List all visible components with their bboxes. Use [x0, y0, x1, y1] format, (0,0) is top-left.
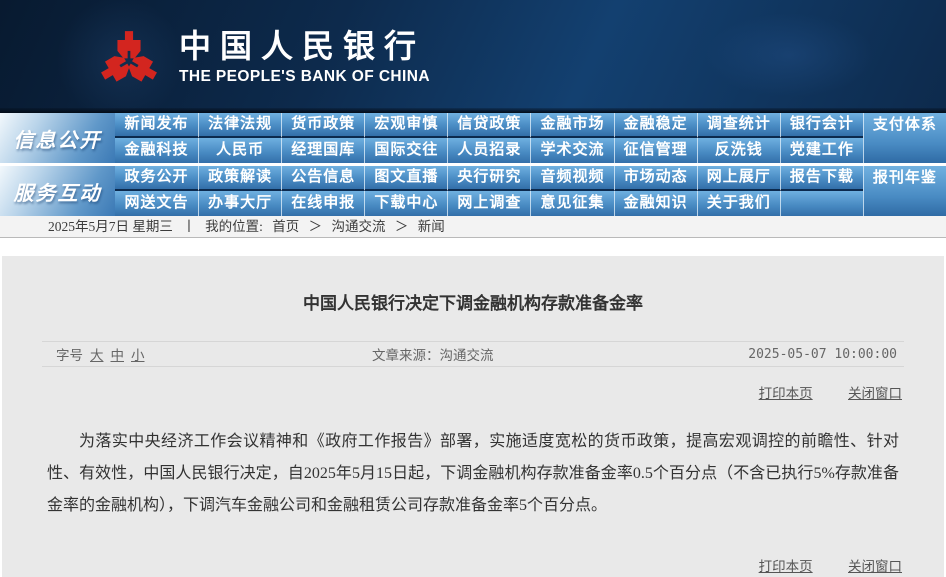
- nav-item[interactable]: 央行研究: [447, 166, 530, 191]
- nav-item[interactable]: 在线申报: [281, 191, 364, 216]
- nav-item[interactable]: 意见征集: [530, 191, 613, 216]
- breadcrumb-separator: ＞: [395, 219, 409, 234]
- nav-grid: 新闻发布 法律法规 货币政策 宏观审慎 信贷政策 金融市场 金融稳定 调查统计 …: [115, 113, 946, 163]
- nav-item[interactable]: 学术交流: [530, 138, 613, 163]
- nav-item[interactable]: 征信管理: [614, 138, 697, 163]
- nav-item[interactable]: 图文直播: [364, 166, 447, 191]
- nav-item: [780, 191, 863, 216]
- nav-item[interactable]: 人民币: [198, 138, 281, 163]
- print-page-link[interactable]: 打印本页: [759, 559, 813, 574]
- font-size-small-button[interactable]: 小: [131, 348, 145, 363]
- nav-section-label-info-disclosure[interactable]: 信息公开: [0, 113, 115, 163]
- nav-item[interactable]: 公告信息: [281, 166, 364, 191]
- nav-item[interactable]: 金融知识: [614, 191, 697, 216]
- nav-item[interactable]: 网上调查: [447, 191, 530, 216]
- nav-item[interactable]: 网送文告: [115, 191, 198, 216]
- site-header: 中国人民银行 THE PEOPLE'S BANK OF CHINA: [0, 0, 946, 113]
- nav-item[interactable]: 政策解读: [198, 166, 281, 191]
- nav-item[interactable]: 关于我们: [697, 191, 780, 216]
- close-window-link[interactable]: 关闭窗口: [848, 386, 902, 401]
- print-page-link[interactable]: 打印本页: [759, 386, 813, 401]
- nav-item[interactable]: 报告下载: [780, 166, 863, 191]
- nav-section-label-service-interaction[interactable]: 服务互动: [0, 166, 115, 216]
- nav-item[interactable]: 法律法规: [198, 113, 281, 138]
- nav-item[interactable]: 政务公开: [115, 166, 198, 191]
- nav-item[interactable]: 金融市场: [530, 113, 613, 138]
- nav-item[interactable]: 音频视频: [530, 166, 613, 191]
- breadcrumb-news[interactable]: 新闻: [418, 219, 445, 234]
- article-meta-bar: 字号大中小 文章来源：沟通交流 2025-05-07 10:00:00: [42, 341, 904, 367]
- breadcrumb-communication[interactable]: 沟通交流: [332, 219, 386, 234]
- current-date: 2025年5月7日 星期三: [48, 219, 173, 234]
- nav-item[interactable]: 网上展厅: [697, 166, 780, 191]
- nav-item[interactable]: 下载中心: [364, 191, 447, 216]
- breadcrumb-separator: ＞: [309, 219, 323, 234]
- spacer: [0, 238, 946, 256]
- breadcrumb-home[interactable]: 首页: [272, 219, 299, 234]
- nav-item[interactable]: 金融科技: [115, 138, 198, 163]
- nav-item[interactable]: 市场动态: [614, 166, 697, 191]
- nav-grid: 政务公开 政策解读 公告信息 图文直播 央行研究 音频视频 市场动态 网上展厅 …: [115, 166, 946, 216]
- nav-item[interactable]: 党建工作: [780, 138, 863, 163]
- org-name-cn: 中国人民银行: [179, 27, 430, 65]
- pbc-logo-icon[interactable]: [95, 17, 163, 97]
- article-title: 中国人民银行决定下调金融机构存款准备金率: [2, 289, 944, 314]
- article-actions-top: 打印本页 关闭窗口: [2, 382, 902, 402]
- nav-item[interactable]: 报刊年鉴: [863, 166, 946, 216]
- nav-item[interactable]: 人员招录: [447, 138, 530, 163]
- nav-item[interactable]: 办事大厅: [198, 191, 281, 216]
- location-label: 我的位置:: [205, 219, 263, 234]
- main-nav: 信息公开 新闻发布 法律法规 货币政策 宏观审慎 信贷政策 金融市场 金融稳定 …: [0, 113, 946, 216]
- nav-item[interactable]: 宏观审慎: [364, 113, 447, 138]
- nav-item[interactable]: 国际交往: [364, 138, 447, 163]
- breadcrumb: 2025年5月7日 星期三 丨 我的位置: 首页 ＞ 沟通交流 ＞ 新闻: [0, 216, 946, 238]
- source-label: 文章来源：: [372, 348, 440, 363]
- nav-item[interactable]: 货币政策: [281, 113, 364, 138]
- nav-section-info-disclosure: 信息公开 新闻发布 法律法规 货币政策 宏观审慎 信贷政策 金融市场 金融稳定 …: [0, 113, 946, 163]
- nav-section-service-interaction: 服务互动 政务公开 政策解读 公告信息 图文直播 央行研究 音频视频 市场动态 …: [0, 166, 946, 216]
- nav-item[interactable]: 信贷政策: [447, 113, 530, 138]
- nav-item[interactable]: 支付体系: [863, 113, 946, 163]
- font-size-label: 字号: [56, 348, 83, 363]
- nav-item[interactable]: 新闻发布: [115, 113, 198, 138]
- font-size-large-button[interactable]: 大: [90, 348, 104, 363]
- divider: 丨: [182, 219, 196, 234]
- font-size-control: 字号大中小: [49, 344, 145, 364]
- nav-item[interactable]: 银行会计: [780, 113, 863, 138]
- nav-item[interactable]: 反洗钱: [697, 138, 780, 163]
- close-window-link[interactable]: 关闭窗口: [848, 559, 902, 574]
- article-panel: 中国人民银行决定下调金融机构存款准备金率 字号大中小 文章来源：沟通交流 202…: [2, 256, 944, 577]
- source-value: 沟通交流: [440, 348, 494, 363]
- article-actions-bottom: 打印本页 关闭窗口: [2, 555, 902, 575]
- nav-item[interactable]: 经理国库: [281, 138, 364, 163]
- nav-item[interactable]: 金融稳定: [614, 113, 697, 138]
- org-name-en: THE PEOPLE'S BANK OF CHINA: [179, 68, 430, 86]
- article-body: 为落实中央经济工作会议精神和《政府工作报告》部署，实施适度宽松的货币政策，提高宏…: [47, 426, 899, 522]
- article-datetime: 2025-05-07 10:00:00: [748, 347, 897, 362]
- font-size-medium-button[interactable]: 中: [111, 348, 125, 363]
- article-source: 文章来源：沟通交流: [372, 344, 494, 364]
- nav-item[interactable]: 调查统计: [697, 113, 780, 138]
